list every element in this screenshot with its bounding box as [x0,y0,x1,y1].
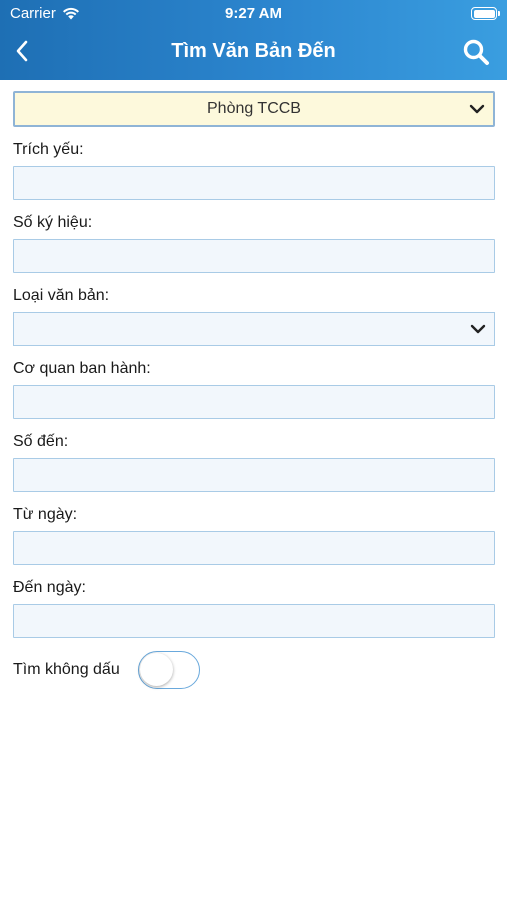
co-quan-ban-hanh-label: Cơ quan ban hành: [13,360,151,377]
unaccented-search-label: Tìm không dấu [13,661,120,678]
search-button[interactable] [461,37,491,67]
app-header: Carrier 9:27 AM Tìm Văn Bản Đến [0,0,507,80]
unaccented-search-row: Tìm không dấu [13,651,495,689]
co-quan-ban-hanh-input[interactable] [13,385,495,419]
unaccented-search-toggle[interactable] [137,651,200,689]
chevron-down-icon [469,104,485,114]
chevron-down-icon [470,324,486,334]
tu-ngay-label: Từ ngày: [13,506,78,523]
so-den-label: Số đến: [13,433,69,450]
den-ngay-input[interactable] [13,604,495,638]
department-select[interactable]: Phòng TCCB [13,91,495,127]
loai-van-ban-label: Loại văn bản: [13,287,110,304]
den-ngay-label: Đến ngày: [13,579,86,596]
trich-yeu-input[interactable] [13,166,495,200]
tu-ngay-input[interactable] [13,531,495,565]
trich-yeu-label: Trích yếu: [13,141,84,158]
so-den-input[interactable] [13,458,495,492]
page-title: Tìm Văn Bản Đến [171,40,336,62]
search-icon [463,39,489,65]
so-ky-hieu-input[interactable] [13,239,495,273]
status-time: 9:27 AM [225,5,282,22]
nav-bar: Tìm Văn Bản Đến [0,28,507,80]
loai-van-ban-select[interactable] [13,312,495,346]
status-bar: Carrier 9:27 AM [0,0,507,28]
toggle-knob [139,653,173,686]
so-ky-hieu-label: Số ký hiệu: [13,214,93,231]
department-select-value: Phòng TCCB [207,100,301,117]
search-form: Phòng TCCB Trích yếu: Số ký hiệu: Loại v… [13,91,495,689]
battery-icon [471,7,500,20]
